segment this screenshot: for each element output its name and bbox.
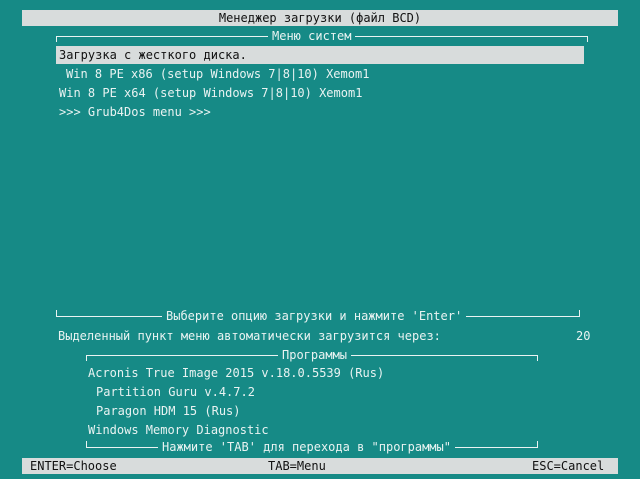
menu-item-label: Win 8 PE x64 (setup Windows 7|8|10) Xemo… bbox=[59, 86, 363, 100]
system-menu-corner-left bbox=[56, 36, 57, 42]
program-item-memory-diagnostic[interactable]: Windows Memory Diagnostic bbox=[88, 421, 269, 439]
menu-item-label: Win 8 PE x86 (setup Windows 7|8|10) Xemo… bbox=[66, 67, 370, 81]
program-item-paragon[interactable]: Paragon HDM 15 (Rus) bbox=[96, 402, 241, 420]
program-item-label: Acronis True Image 2015 v.18.0.5539 (Rus… bbox=[88, 366, 385, 380]
programs-header: Программы bbox=[278, 348, 352, 362]
esc-key-hint[interactable]: ESC=Cancel bbox=[532, 458, 604, 474]
menu-item-win8pe-x64[interactable]: Win 8 PE x64 (setup Windows 7|8|10) Xemo… bbox=[56, 84, 584, 102]
system-menu-corner-bottom-right bbox=[579, 310, 580, 316]
menu-item-win8pe-x86[interactable]: Win 8 PE x86 (setup Windows 7|8|10) Xemo… bbox=[56, 65, 584, 83]
programs-corner-bottom-left bbox=[86, 441, 87, 447]
system-menu-corner-bottom-left bbox=[56, 310, 57, 316]
programs-corner-left bbox=[86, 355, 87, 361]
system-menu-corner-right bbox=[587, 36, 588, 42]
programs-corner-right bbox=[537, 355, 538, 361]
program-item-label: Paragon HDM 15 (Rus) bbox=[96, 404, 241, 418]
menu-item-label: >>> Grub4Dos menu >>> bbox=[59, 105, 211, 119]
window-title: Менеджер загрузки (файл BCD) bbox=[218, 11, 422, 25]
program-item-label: Partition Guru v.4.7.2 bbox=[96, 385, 255, 399]
menu-item-label: Загрузка с жесткого диска. bbox=[59, 48, 247, 62]
menu-item-hdd-boot[interactable]: Загрузка с жесткого диска. bbox=[56, 46, 584, 64]
system-menu-header: Меню систем bbox=[268, 29, 356, 43]
program-item-label: Windows Memory Diagnostic bbox=[88, 423, 269, 437]
autoboot-countdown: 20 bbox=[576, 329, 591, 343]
enter-key-hint[interactable]: ENTER=Choose bbox=[30, 458, 117, 474]
tab-key-hint[interactable]: TAB=Menu bbox=[268, 458, 326, 474]
program-item-acronis[interactable]: Acronis True Image 2015 v.18.0.5539 (Rus… bbox=[88, 364, 384, 382]
title-bar: Менеджер загрузки (файл BCD) bbox=[22, 10, 618, 26]
autoboot-text: Выделенный пункт меню автоматически загр… bbox=[58, 329, 441, 343]
boot-prompt: Выберите опцию загрузки и нажмите 'Enter… bbox=[162, 309, 467, 323]
programs-corner-bottom-right bbox=[537, 441, 538, 447]
menu-item-grub4dos[interactable]: >>> Grub4Dos menu >>> bbox=[56, 103, 584, 121]
program-item-partition-guru[interactable]: Partition Guru v.4.7.2 bbox=[96, 383, 255, 401]
programs-tab-hint: Нажмите 'TAB' для перехода в "программы" bbox=[158, 440, 455, 454]
